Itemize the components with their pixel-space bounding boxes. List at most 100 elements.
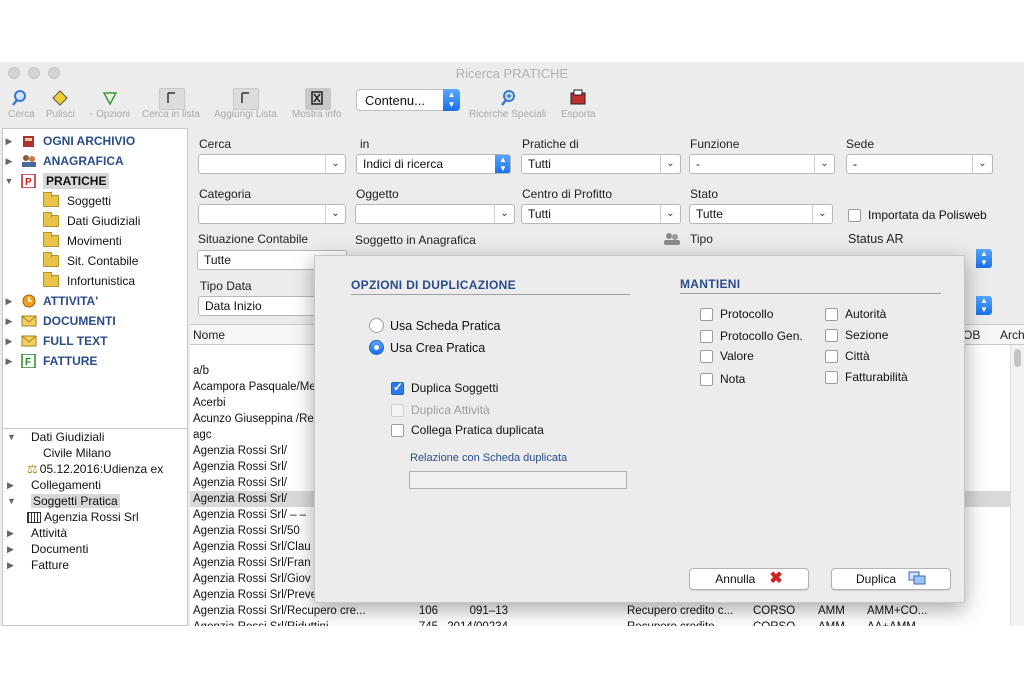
cerca-button[interactable]: Cerca [8, 88, 35, 120]
tree-sub-dati-giudiziali[interactable]: Dati Giudiziali [43, 211, 140, 231]
importata-checkbox[interactable]: Importata da Polisweb [848, 208, 987, 222]
opzioni-title: OPZIONI DI DUPLICAZIONE [351, 278, 516, 292]
checkbox-box[interactable] [391, 423, 404, 437]
duplica-button[interactable]: Duplica [831, 568, 951, 590]
cerca-in-lista-label: Cerca in lista [142, 109, 200, 120]
cerca-combo[interactable]: ⌄ [198, 154, 346, 174]
detail-agenzia[interactable]: Agenzia Rossi Srl [27, 509, 139, 525]
oggetto-combo[interactable]: ⌄ [355, 204, 515, 224]
detail-dati-giudiziali[interactable]: ▼ Dati Giudiziali [7, 429, 104, 445]
detail-soggetti-pratica[interactable]: ▼ Soggetti Pratica [7, 493, 120, 509]
people-lookup-icon[interactable] [663, 232, 681, 249]
detail-collegamenti[interactable]: ▶ Collegamenti [7, 477, 101, 493]
mantieni-nota[interactable]: Nota [700, 372, 745, 386]
checkbox-box[interactable] [825, 307, 838, 321]
duplica-label: Duplica [855, 572, 897, 586]
tree-item-pratiche[interactable]: ▼ P PRATICHE [3, 171, 110, 191]
checkbox-box[interactable] [700, 349, 713, 363]
radio-usa-scheda[interactable]: Usa Scheda Pratica [369, 318, 500, 333]
sede-combo[interactable]: - ⌄ [846, 154, 993, 174]
opzioni-button[interactable]: - Opzioni [90, 88, 130, 120]
column-header-arch[interactable]: Arch [1000, 328, 1024, 342]
disclosure-right-icon[interactable]: ▶ [7, 528, 19, 539]
tree-item-fatture[interactable]: ▶ F FATTURE [3, 351, 97, 371]
column-header-ob[interactable]: OB [963, 328, 980, 342]
table-scrollbar[interactable] [1010, 345, 1024, 626]
mantieni-fatturabilita[interactable]: Fatturabilità [825, 370, 908, 384]
tree-item-full-text[interactable]: ▶ FULL TEXT [3, 331, 108, 351]
checkbox-box[interactable] [825, 370, 838, 384]
checkbox-box[interactable] [700, 372, 713, 386]
stato-combo[interactable]: Tutte ⌄ [689, 204, 833, 224]
mantieni-autorita[interactable]: Autorità [825, 307, 886, 321]
mostra-info-button[interactable]: Mostra info [292, 88, 341, 120]
detail-attivita[interactable]: ▶ Attività [7, 525, 67, 541]
ricerche-speciali-button[interactable]: Ricerche Speciali [469, 88, 546, 120]
view-select[interactable]: Contenu... ▲ ▼ [356, 89, 460, 111]
disclosure-right-icon[interactable]: ▶ [3, 156, 15, 167]
disclosure-right-icon[interactable]: ▶ [3, 296, 15, 307]
radio-usa-crea[interactable]: Usa Crea Pratica [369, 340, 485, 355]
cerca-in-lista-button[interactable]: Cerca in lista [142, 88, 200, 120]
table-row[interactable]: Agenzia Rossi Srl/Recupero cre... 106 091–… [190, 603, 1024, 619]
disclosure-down-icon[interactable]: ▼ [7, 496, 19, 506]
annulla-button[interactable]: Annulla ✖ [689, 568, 809, 590]
add-list-icon [233, 88, 260, 110]
categoria-combo[interactable]: ⌄ [198, 204, 346, 224]
disclosure-right-icon[interactable]: ▶ [3, 136, 15, 147]
checkbox-box[interactable] [825, 328, 838, 342]
disclosure-right-icon[interactable]: ▶ [7, 544, 19, 555]
mantieni-protocollo[interactable]: Protocollo [700, 307, 773, 321]
centro-combo[interactable]: Tutti ⌄ [521, 204, 681, 224]
collega-pratica-checkbox[interactable]: Collega Pratica duplicata [391, 423, 544, 437]
pratiche-di-combo[interactable]: Tutti ⌄ [521, 154, 681, 174]
tree-sub-sit-contabile[interactable]: Sit. Contabile [43, 251, 138, 271]
checkbox-label: Duplica Attività [411, 403, 490, 417]
mantieni-sezione[interactable]: Sezione [825, 328, 888, 342]
tree-item-attivita[interactable]: ▶ ATTIVITA' [3, 291, 99, 311]
tree-item-anagrafica[interactable]: ▶ ANAGRAFICA [3, 151, 124, 171]
disclosure-right-icon[interactable]: ▶ [3, 356, 15, 367]
checkbox-box[interactable] [391, 380, 404, 395]
detail-fatture[interactable]: ▶ Fatture [7, 557, 69, 573]
mantieni-citta[interactable]: Città [825, 349, 870, 363]
detail-documenti[interactable]: ▶ Documenti [7, 541, 88, 557]
radio-circle[interactable] [369, 318, 384, 333]
table-cell: Recupero credito [627, 619, 742, 626]
mantieni-valore[interactable]: Valore [700, 349, 754, 363]
pulisci-button[interactable]: Pulisci [46, 88, 75, 120]
disclosure-right-icon[interactable]: ▶ [3, 316, 15, 327]
column-header-nome[interactable]: Nome [193, 328, 225, 342]
table-cell: CORSO [753, 619, 803, 626]
scrollbar-thumb[interactable] [1014, 349, 1021, 367]
disclosure-right-icon[interactable]: ▶ [7, 480, 19, 491]
checkbox-box[interactable] [848, 208, 861, 222]
tree-sub-infortunistica[interactable]: Infortunistica [43, 271, 135, 291]
tree-sub-soggetti[interactable]: Soggetti [43, 191, 111, 211]
tree-item-documenti[interactable]: ▶ DOCUMENTI [3, 311, 116, 331]
esporta-button[interactable]: Esporta [561, 88, 595, 120]
radio-circle-selected[interactable] [369, 340, 384, 355]
in-field-label: in [360, 137, 370, 151]
tree-sub-movimenti[interactable]: Movimenti [43, 231, 122, 251]
tree-item-ogni-archivio[interactable]: ▶ OGNI ARCHIVIO [3, 131, 136, 151]
detail-udienza[interactable]: ⚖ 05.12.2016:Udienza ex [27, 461, 163, 477]
duplica-soggetti-checkbox[interactable]: Duplica Soggetti [391, 380, 498, 395]
relazione-field[interactable] [409, 471, 627, 489]
checkbox-box[interactable] [700, 329, 713, 343]
tree-sub-label: Dati Giudiziali [67, 214, 141, 228]
tipo-data-combo[interactable]: Data Inizio [198, 296, 318, 316]
checkbox-box[interactable] [700, 307, 713, 321]
disclosure-down-icon[interactable]: ▼ [7, 432, 19, 442]
detail-civile-milano[interactable]: Civile Milano [43, 445, 111, 461]
disclosure-right-icon[interactable]: ▶ [7, 560, 19, 571]
mantieni-protocollo-gen[interactable]: Protocollo Gen. [700, 329, 803, 343]
table-row[interactable]: Agenzia Rossi Srl/Riduttini 7452014/00234… [190, 619, 1024, 626]
disclosure-down-icon[interactable]: ▼ [3, 176, 15, 186]
funzione-combo[interactable]: - ⌄ [689, 154, 835, 174]
aggiungi-lista-button[interactable]: Aggiungi Lista [214, 88, 277, 120]
in-select[interactable]: Indici di ricerca ▲ ▼ [356, 154, 511, 174]
tipo-data-value: Data Inizio [205, 299, 262, 313]
disclosure-right-icon[interactable]: ▶ [3, 336, 15, 347]
checkbox-box[interactable] [825, 349, 838, 363]
